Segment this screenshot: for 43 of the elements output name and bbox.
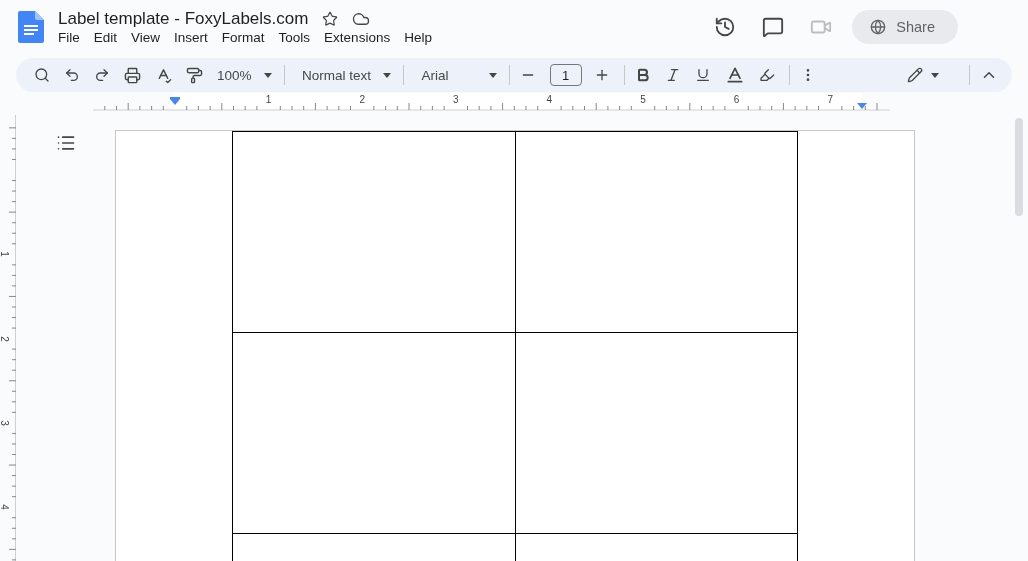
ruler-number: 4 — [546, 94, 553, 105]
comment-icon[interactable] — [762, 16, 785, 38]
docs-logo-icon[interactable] — [18, 11, 44, 43]
star-icon[interactable] — [322, 10, 339, 27]
pencil-icon[interactable] — [907, 67, 939, 83]
ruler-number: 6 — [733, 94, 740, 105]
search-icon[interactable] — [34, 67, 50, 83]
highlighter-icon[interactable] — [758, 67, 775, 83]
ruler-number: 1 — [265, 94, 272, 105]
font-size-field[interactable]: 1 — [549, 64, 582, 86]
menu-item[interactable]: Extensions — [317, 28, 398, 46]
redo-icon[interactable] — [94, 67, 110, 83]
share-button[interactable]: Share — [852, 10, 958, 44]
document-title[interactable]: Label template - FoxyLabels.com — [58, 8, 309, 29]
underline-icon[interactable] — [694, 67, 711, 83]
caret-icon[interactable] — [488, 72, 497, 78]
ruler-number: 1 — [0, 251, 11, 258]
menu-item[interactable]: Insert — [167, 28, 215, 46]
globe-icon — [870, 19, 887, 35]
menu-item[interactable]: Tools — [271, 28, 318, 46]
menu-item[interactable]: File — [51, 28, 87, 46]
ruler-number: 5 — [640, 94, 646, 105]
ruler-number: 4 — [0, 504, 11, 510]
zoom-dropdown[interactable]: 100% — [217, 67, 272, 83]
ruler-number: 3 — [453, 94, 459, 105]
ruler-number: 3 — [0, 420, 11, 426]
menu-item[interactable]: Format — [214, 28, 272, 46]
menu-item[interactable]: Edit — [86, 28, 125, 46]
undo-icon[interactable] — [64, 67, 80, 83]
caret-icon[interactable] — [263, 72, 272, 78]
menu-item[interactable]: View — [124, 28, 168, 46]
caret-icon[interactable] — [931, 72, 939, 78]
history-icon[interactable] — [714, 16, 737, 38]
font-dropdown[interactable]: Arial — [414, 67, 497, 83]
ruler-number: 7 — [827, 94, 833, 105]
caret-icon[interactable] — [383, 72, 392, 78]
paint-roller-icon[interactable] — [186, 66, 203, 84]
ruler-number: 2 — [0, 335, 11, 342]
menu-item[interactable]: Help — [397, 28, 439, 46]
scrollbar[interactable] — [1015, 118, 1023, 216]
style-dropdown[interactable]: Normal text — [294, 67, 392, 83]
ruler-number: 2 — [359, 94, 365, 105]
print-icon[interactable] — [124, 66, 141, 84]
